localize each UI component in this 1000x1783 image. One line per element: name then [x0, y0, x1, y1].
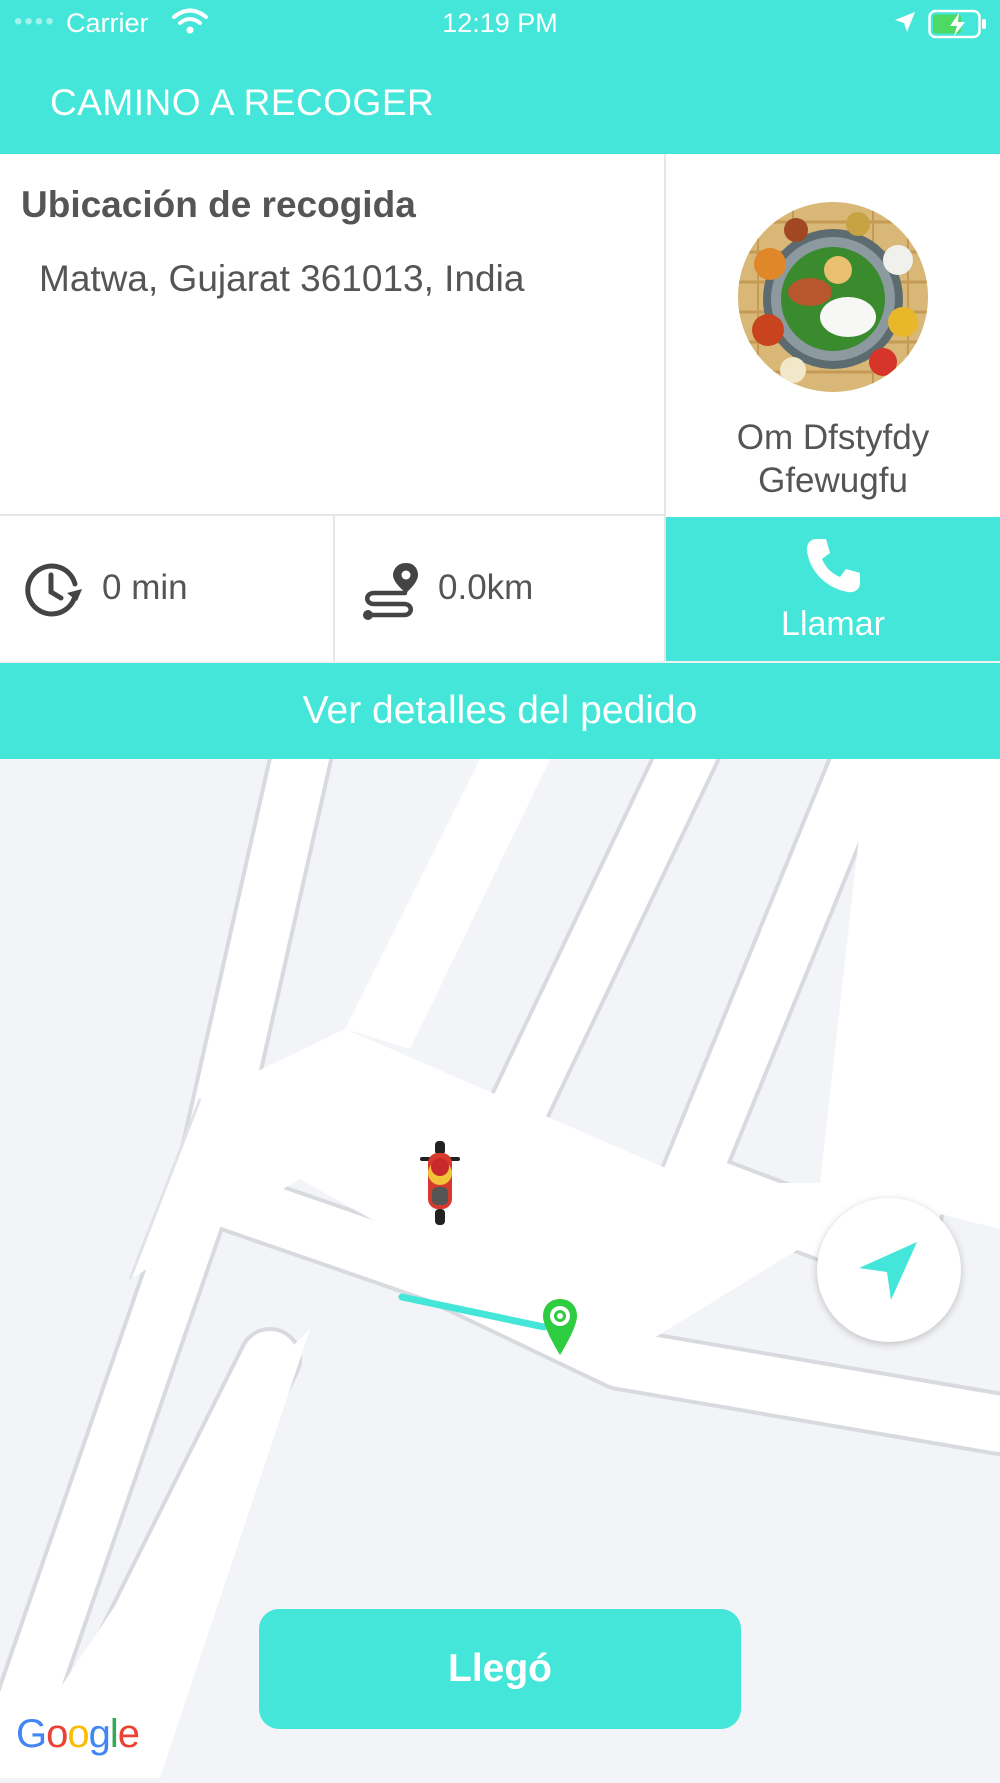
- call-label: Llamar: [781, 605, 885, 643]
- food-thali-avatar: [738, 202, 928, 392]
- status-bar: •••• Carrier 12:19 PM: [0, 0, 1000, 50]
- page-title: CAMINO A RECOGER: [50, 82, 435, 123]
- google-letter: G: [16, 1712, 47, 1756]
- navigation-arrow-icon: [859, 1242, 917, 1300]
- google-letter: o: [46, 1712, 68, 1756]
- distance-value: 0.0km: [438, 568, 534, 607]
- motorbike-icon: [418, 1141, 462, 1230]
- customer-name: Om Dfstyfdy Gfewugfu: [736, 418, 930, 500]
- view-order-details-button[interactable]: Ver detalles del pedido: [0, 663, 1000, 759]
- google-letter: o: [67, 1712, 89, 1756]
- pickup-label: Ubicación de recogida: [21, 184, 416, 225]
- clock-icon: [22, 559, 84, 626]
- divider: [333, 516, 335, 661]
- phone-icon: [802, 535, 864, 602]
- arrived-button[interactable]: Llegó: [259, 1609, 741, 1729]
- recenter-location-button[interactable]: [817, 1198, 961, 1342]
- google-letter: l: [109, 1712, 119, 1756]
- route-line: [398, 1293, 548, 1331]
- eta-value: 0 min: [102, 568, 188, 607]
- location-arrow-icon: [893, 10, 917, 41]
- route-icon: [360, 559, 420, 626]
- google-letter: e: [117, 1712, 140, 1756]
- trip-info-panel: Ubicación de recogida Matwa, Gujarat 361…: [0, 154, 1000, 661]
- pickup-address: Matwa, Gujarat 361013, India: [39, 258, 525, 299]
- google-letter: g: [88, 1712, 111, 1756]
- call-button[interactable]: Llamar: [666, 517, 1000, 661]
- battery-icon: [928, 9, 988, 46]
- app-header: CAMINO A RECOGER: [0, 50, 1000, 154]
- customer-avatar: [738, 202, 928, 392]
- clock-time: 12:19 PM: [442, 8, 558, 38]
- google-attribution-logo: Google: [16, 1712, 140, 1757]
- map-pin-icon: [541, 1297, 579, 1362]
